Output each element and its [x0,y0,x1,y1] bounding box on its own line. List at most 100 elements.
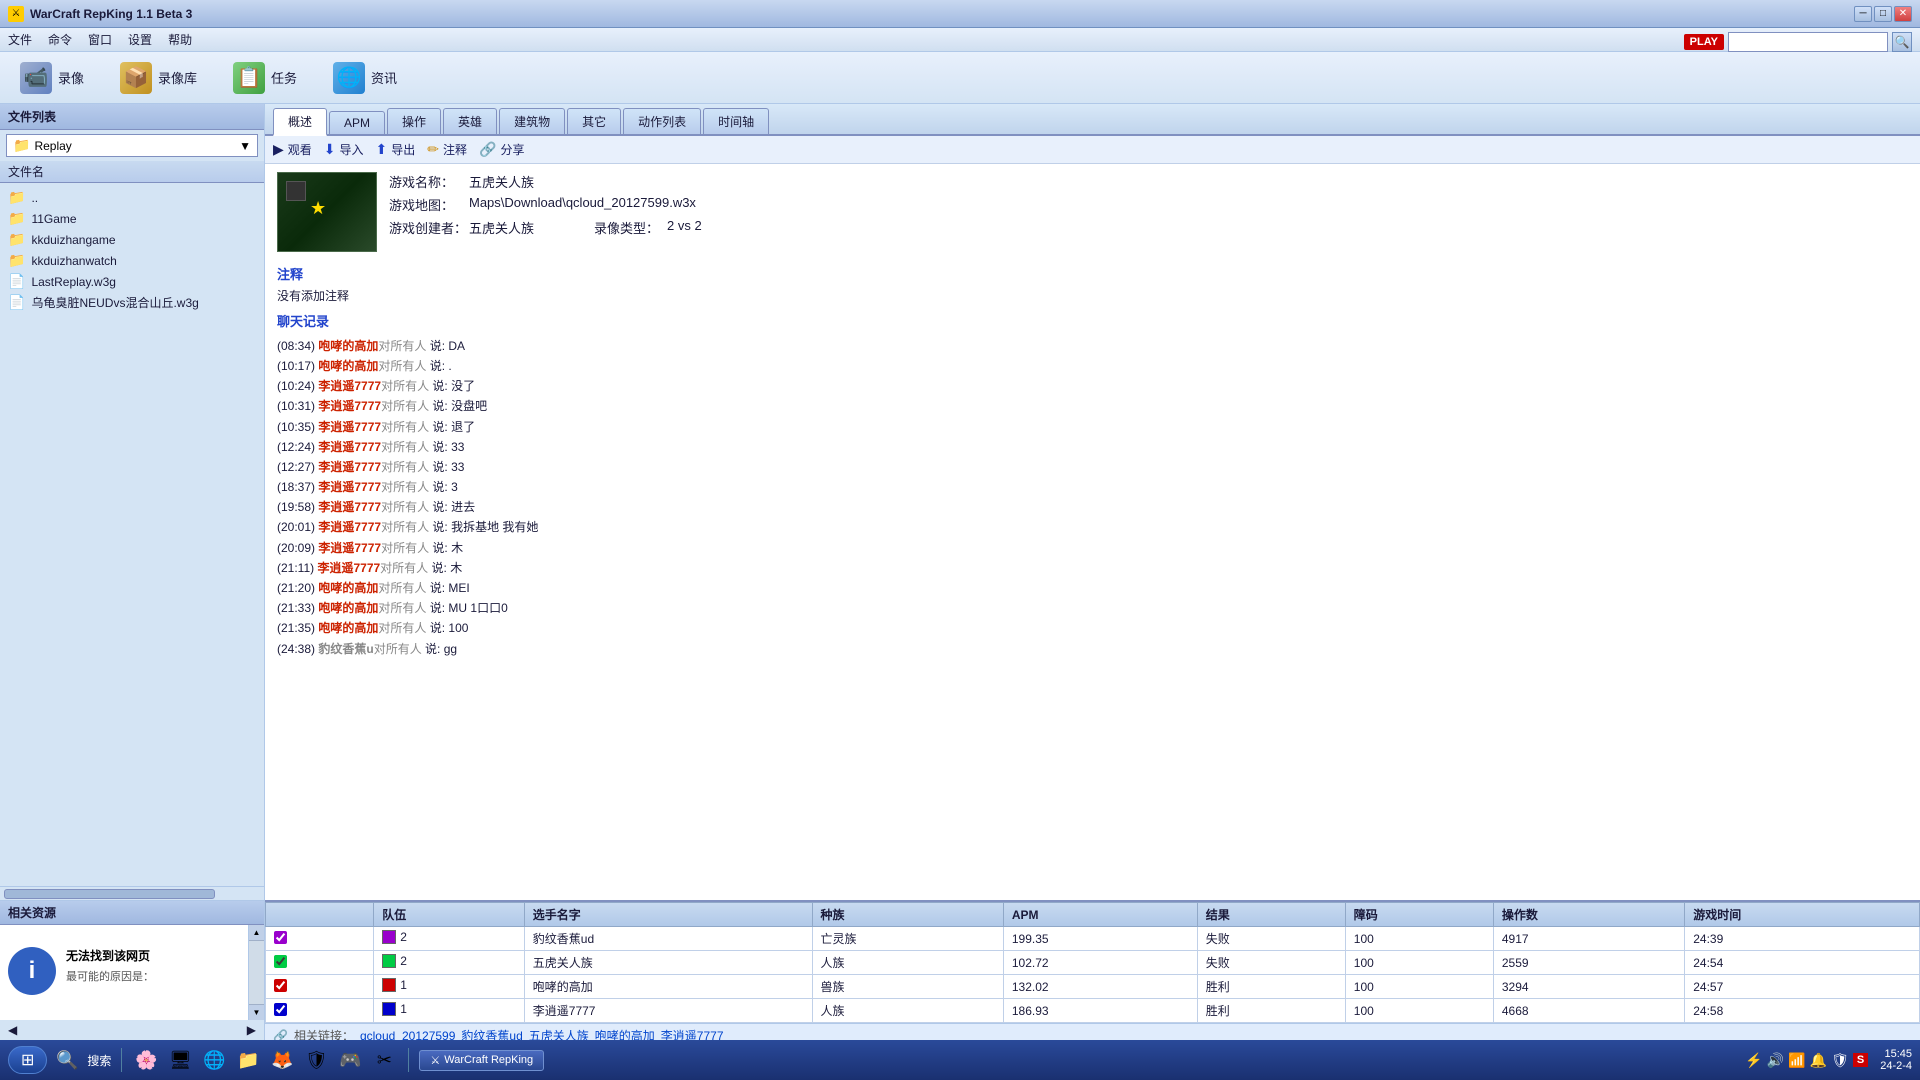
tab-apm[interactable]: APM [329,111,385,134]
row-check[interactable] [266,951,374,975]
link-replay[interactable]: qcloud_20127599 [360,1029,455,1041]
tray-icon-s[interactable]: S [1853,1053,1868,1067]
sidebar-scrollbar[interactable] [0,886,264,900]
watch-button[interactable]: ▶ 观看 [273,141,312,158]
game-map-row: 游戏地图： Maps\Download\qcloud_20127599.w3x [389,195,1908,214]
close-button[interactable]: ✕ [1894,6,1912,22]
list-item[interactable]: 📁 .. [0,187,264,208]
tray-icon-4[interactable]: 🛡 [1831,1052,1849,1069]
annotate-button[interactable]: ✏ 注释 [427,141,467,158]
menu-help[interactable]: 帮助 [168,31,192,48]
resources-forward-button[interactable]: ▶ [247,1023,256,1037]
link-player2[interactable]: 五虎关人族 [529,1027,589,1040]
chat-line-14: (21:33) 咆哮的高加对所有人 说: MU 1口口0 [277,599,1908,618]
links-label: 🔗 [273,1029,288,1041]
tray-icon-1[interactable]: ⚡ [1745,1052,1762,1069]
tab-buildings[interactable]: 建筑物 [499,108,565,134]
chat-line-9: (19:58) 李逍遥7777对所有人 说: 进去 [277,498,1908,517]
tray-icon-3[interactable]: 🔔 [1810,1052,1827,1069]
chat-target: 对所有人 [378,621,426,635]
toolbar-task-button[interactable]: 📋 任务 [225,58,305,98]
chat-line-5: (10:35) 李逍遥7777对所有人 说: 退了 [277,418,1908,437]
maximize-button[interactable]: □ [1874,6,1892,22]
taskbar-cut-icon[interactable]: ✂ [370,1046,398,1074]
toolbar-library-button[interactable]: 📦 录像库 [112,58,205,98]
menu-window[interactable]: 窗口 [88,31,112,48]
annotate-label: 注释 [443,141,467,158]
dropdown-arrow-icon: ▼ [239,139,251,153]
tray-icon-2[interactable]: 🔊 [1767,1052,1784,1069]
taskbar-search-icon[interactable]: 🔍 [53,1046,81,1074]
content-panel: 概述 APM 操作 英雄 建筑物 其它 动作列表 时间轴 ▶ 观看 ⬇ 导入 ⬆… [265,104,1920,1040]
taskbar-app-repking[interactable]: ⚔ WarCraft RepKing [419,1050,544,1071]
chat-time: (19:58) [277,500,318,514]
share-icon: 🔗 [479,141,496,158]
tab-heroes[interactable]: 英雄 [443,108,497,134]
tab-action-list[interactable]: 动作列表 [623,108,701,134]
resources-scrollbar[interactable]: ▲ ▼ [248,925,264,1020]
resources-back-button[interactable]: ◀ [8,1023,17,1037]
chat-target: 对所有人 [381,460,429,474]
toolbar-news-button[interactable]: 🌐 资讯 [325,58,405,98]
menu-file[interactable]: 文件 [8,31,32,48]
row-name: 咆哮的高加 [524,975,812,999]
chat-target: 对所有人 [381,379,429,393]
search-input[interactable] [1728,32,1888,52]
import-button[interactable]: ⬇ 导入 [324,141,364,158]
taskbar-separator2 [408,1048,409,1072]
chat-msg: 说: 100 [426,621,468,635]
library-icon: 📦 [120,62,152,94]
chat-player: 李逍遥7777 [317,561,380,575]
table-row[interactable]: 1 咆哮的高加 兽族 132.02 胜利 100 3294 24:57 [266,975,1920,999]
list-item[interactable]: 📁 11Game [0,208,264,229]
taskbar-flowers-icon[interactable]: 🌸 [132,1046,160,1074]
row-race: 人族 [812,951,1003,975]
game-map-label: 游戏地图： [389,195,469,214]
menu-command[interactable]: 命令 [48,31,72,48]
tray-icon-wifi[interactable]: 📶 [1788,1052,1805,1069]
tab-operations[interactable]: 操作 [387,108,441,134]
share-button[interactable]: 🔗 分享 [479,141,524,158]
toolbar-record-button[interactable]: 📹 录像 [12,58,92,98]
file-name: 乌龟臭脏NEUDvs混合山丘.w3g [31,294,198,311]
list-item[interactable]: 📄 乌龟臭脏NEUDvs混合山丘.w3g [0,292,264,313]
export-button[interactable]: ⬆ 导出 [376,141,416,158]
tab-other[interactable]: 其它 [567,108,621,134]
resources-error-detail: 最可能的原因是： [66,968,154,984]
row-check[interactable] [266,975,374,999]
col-ops: 操作数 [1493,903,1684,927]
list-item[interactable]: 📁 kkduizhanwatch [0,250,264,271]
stats-header-row: 队伍 选手名字 种族 APM 结果 障码 操作数 游戏时间 [266,903,1920,927]
row-time: 24:57 [1685,975,1920,999]
replay-dropdown[interactable]: 📁 Replay ▼ [6,134,258,157]
tab-overview[interactable]: 概述 [273,108,327,136]
list-item[interactable]: 📁 kkduizhangame [0,229,264,250]
search-button[interactable]: 🔍 [1892,32,1912,52]
row-check[interactable] [266,927,374,951]
start-button[interactable]: ⊞ [8,1046,47,1074]
row-check[interactable] [266,999,374,1023]
taskbar-explorer-icon[interactable]: 🖥 [166,1046,194,1074]
row-code: 100 [1345,975,1493,999]
taskbar-search-label[interactable]: 搜索 [87,1052,111,1069]
taskbar-firefox-icon[interactable]: 🦊 [268,1046,296,1074]
taskbar-game-icon[interactable]: 🎮 [336,1046,364,1074]
chat-line-2: (10:17) 咆哮的高加对所有人 说: . [277,357,1908,376]
menu-settings[interactable]: 设置 [128,31,152,48]
table-row[interactable]: 1 李逍遥7777 人族 186.93 胜利 100 4668 24:58 [266,999,1920,1023]
taskbar-shield-icon[interactable]: 🛡 [302,1046,330,1074]
tab-timeline[interactable]: 时间轴 [703,108,769,134]
list-item[interactable]: 📄 LastReplay.w3g [0,271,264,292]
link-player3[interactable]: 咆哮的高加 [595,1027,655,1040]
chat-target: 对所有人 [381,420,429,434]
taskbar-ie-icon[interactable]: 🌐 [200,1046,228,1074]
table-row[interactable]: 2 五虎关人族 人族 102.72 失败 100 2559 24:54 [266,951,1920,975]
table-row[interactable]: 2 豹纹香蕉ud 亡灵族 199.35 失败 100 4917 24:39 [266,927,1920,951]
chat-line-15: (21:35) 咆哮的高加对所有人 说: 100 [277,619,1908,638]
chat-player: 李逍遥7777 [318,420,381,434]
taskbar-folder-icon[interactable]: 📁 [234,1046,262,1074]
link-player1[interactable]: 豹纹香蕉ud [461,1027,522,1040]
minimize-button[interactable]: ─ [1854,6,1872,22]
import-icon: ⬇ [324,141,336,158]
link-player4[interactable]: 李逍遥7777 [661,1027,724,1040]
